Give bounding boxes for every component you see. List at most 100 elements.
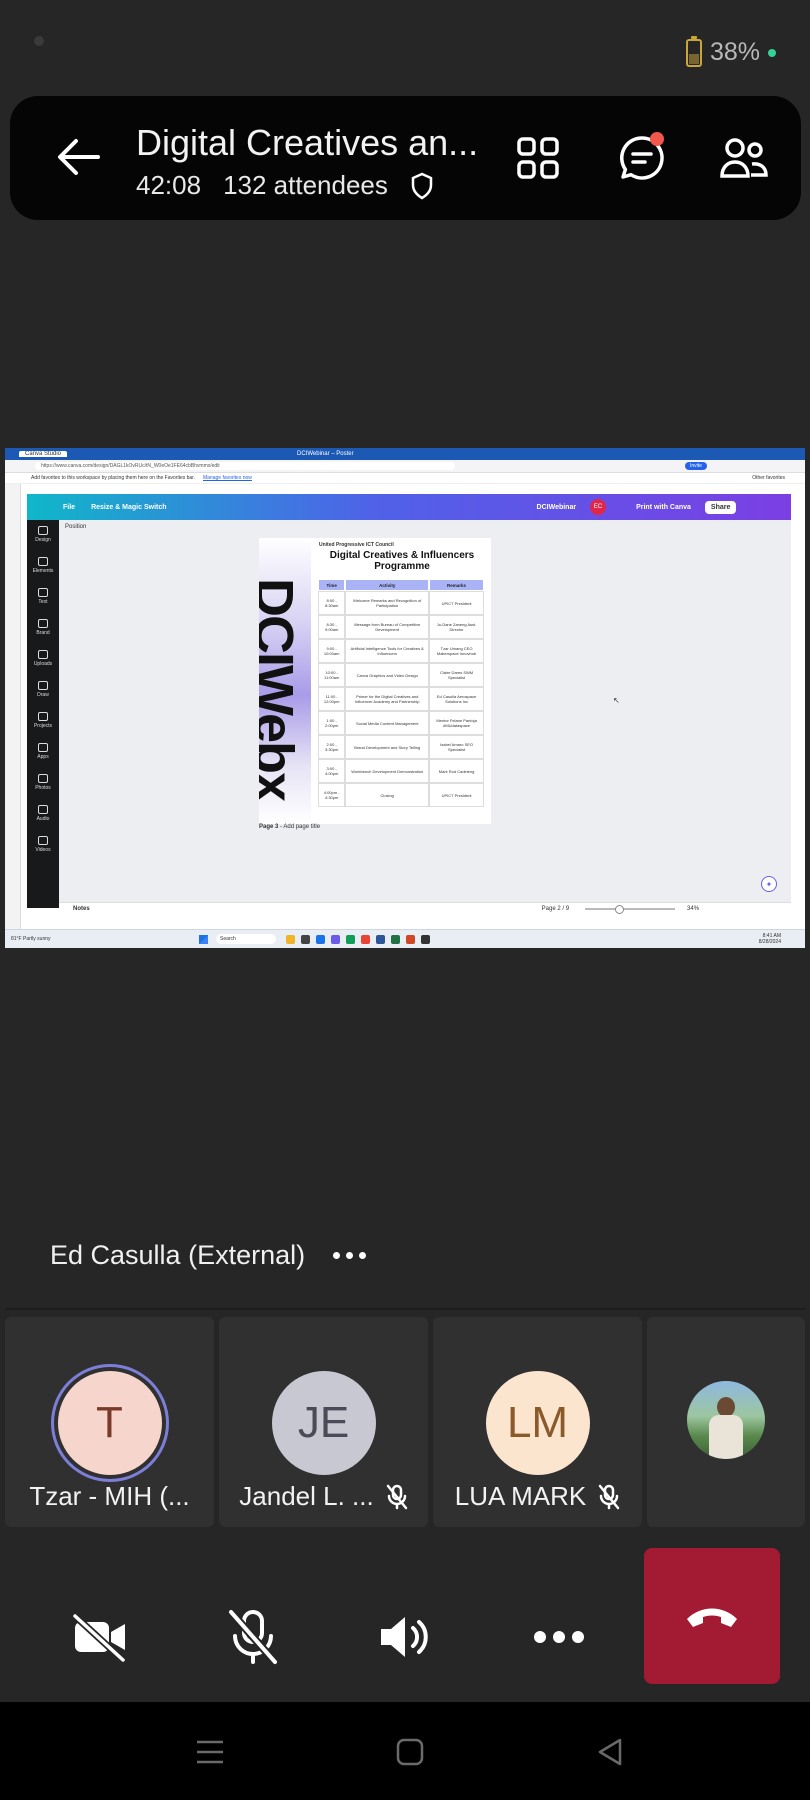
schedule-col-header: Time [319, 580, 345, 590]
canva-sidebar-item: Design [35, 526, 51, 543]
speaker-icon [381, 1617, 428, 1657]
participants-button[interactable] [716, 130, 772, 186]
participant-photo [687, 1381, 765, 1459]
speaker-button[interactable] [370, 1602, 440, 1672]
back-button[interactable] [50, 132, 106, 182]
schedule-cell: Tzar Umang CEO Makerspace Innovhub [430, 640, 483, 662]
avatar-initials: JE [297, 1398, 350, 1447]
menu-icon [197, 1740, 223, 1764]
participant-tile[interactable]: JE Jandel L. ... [219, 1317, 428, 1527]
home-button[interactable] [390, 1732, 430, 1772]
presenter-more-button[interactable] [333, 1252, 367, 1259]
browser-sidebar [5, 484, 21, 929]
canva-user-avatar: EC [590, 499, 607, 515]
canva-sidebar-item: Brand [36, 619, 50, 636]
mic-toggle-button[interactable] [218, 1602, 288, 1672]
more-dot [333, 1252, 341, 1259]
avatar: T [57, 1371, 162, 1475]
schedule-table: Time Activity Remarks 8:00 - 8:30am Welco… [317, 578, 485, 808]
elements-icon [38, 557, 48, 566]
schedule-cell: Primer for the Digital Creatives and Inf… [346, 688, 429, 710]
back-nav-button[interactable] [590, 1732, 630, 1772]
canva-sidebar-item: Audio [37, 805, 49, 822]
canva-position-label: Position [65, 524, 87, 530]
videos-icon [37, 836, 48, 845]
canva-notes: Notes [73, 905, 90, 912]
app-icon [376, 934, 385, 944]
canva-page-bar: Page 3 - Add page title [59, 824, 791, 830]
app-icon [301, 934, 310, 944]
shared-screen: Canva Studio DCIWebinar – Poster https:/… [5, 448, 805, 948]
schedule-cell: UPICT President [430, 784, 483, 806]
leave-call-button[interactable] [644, 1548, 780, 1684]
schedule-cell: Canva Graphics and Video Design [346, 664, 429, 686]
more-dot [359, 1252, 367, 1259]
canva-share-button: Share [704, 500, 737, 514]
schedule-cell: 8:00 - 8:30am [319, 592, 345, 614]
participant-name-row: LUA MARK [433, 1481, 642, 1512]
canva-footer: Notes Page 2 / 9 34% [59, 902, 791, 914]
schedule-row: 3:00 - 4:00pm Workbench Development Demon… [319, 760, 483, 782]
participant-name: Jandel L. ... [239, 1481, 374, 1511]
mic-off-icon [599, 1484, 620, 1509]
unread-badge [650, 132, 664, 146]
canva-toolbar: File Resize & Magic Switch DCIWebinar EC… [27, 494, 791, 520]
canva-canvas: Position DCIWebx United Progressive ICT … [59, 520, 791, 908]
draw-icon [37, 681, 48, 690]
presenter-label: Ed Casulla (External) [50, 1240, 367, 1271]
presenter-name: Ed Casulla (External) [50, 1240, 306, 1270]
uploads-icon [37, 650, 48, 659]
participant-name-row: Jandel L. ... [219, 1481, 428, 1512]
schedule-header-row: Time Activity Remarks [319, 580, 483, 590]
app-icon [286, 934, 295, 944]
schedule-row: 1:00 - 2:00pm Social Media Content Manage… [319, 712, 483, 734]
taskbar-apps [286, 934, 430, 944]
home-icon [396, 1738, 424, 1766]
schedule-cell: 2:00 - 3:30pm [319, 736, 345, 758]
taskbar-search: Search [216, 934, 276, 944]
chat-button[interactable] [614, 130, 670, 186]
back-triangle-icon [598, 1738, 622, 1766]
battery-percent: 38% [709, 38, 760, 66]
browser-invite-button: Invite [685, 462, 707, 470]
view-layout-button[interactable] [510, 130, 566, 186]
grid-view-icon [517, 137, 559, 179]
windows-start-icon [199, 934, 208, 944]
participant-tile[interactable]: T Tzar - MIH (... [5, 1317, 214, 1527]
browser-titlebar: Canva Studio DCIWebinar – Poster [5, 448, 805, 460]
attendee-count[interactable]: 132 attendees [223, 170, 388, 201]
schedule-cell: Artificial Intelligence Tools for Creati… [346, 640, 429, 662]
front-camera [34, 36, 44, 46]
manage-favorites-link: Manage favorites now [202, 475, 252, 481]
schedule-cell: Mentor Felane Pantoja #MUdataspace [430, 712, 483, 734]
more-options-button[interactable] [524, 1602, 594, 1672]
schedule-cell: Brand Development and Story Telling [346, 736, 429, 758]
favorites-hint: Add favorites to this workspace by placi… [31, 475, 195, 481]
battery-indicator: 38% [685, 35, 776, 67]
schedule-cell: 8:30 - 9:00am [319, 616, 345, 638]
recents-button[interactable] [190, 1732, 230, 1772]
schedule-row: 4:00pm - 4:30pm Closing UPICT President [319, 784, 483, 806]
schedule-cell: Ed Casulla Aerospace Solutions Inc [430, 688, 483, 710]
canva-print-button: Print with Canva [636, 503, 691, 511]
schedule-row: 11:00 - 12:00pm Primer for the Digital Cr… [319, 688, 483, 710]
hang-up-icon [687, 1608, 737, 1627]
schedule-row: 10:00 - 11:00am Canva Graphics and Video … [319, 664, 483, 686]
schedule-cell: Jo-Dane Zaneng Asst. Director [430, 616, 483, 638]
audio-icon [37, 805, 48, 814]
schedule-col-header: Remarks [430, 580, 483, 590]
participant-tile[interactable] [647, 1317, 805, 1527]
camera-toggle-button[interactable] [64, 1602, 134, 1672]
participant-name-row: Tzar - MIH (... [5, 1481, 214, 1512]
poster-side-art: DCIWebx [259, 538, 311, 824]
canva-sidebar-item: Elements [33, 557, 53, 574]
canva-zoom-level: 34% [687, 905, 700, 912]
schedule-cell: 10:00 - 11:00am [319, 664, 345, 686]
photos-icon [37, 774, 48, 783]
participant-tile[interactable]: LM LUA MARK [433, 1317, 642, 1527]
more-icon [534, 1631, 584, 1643]
schedule-row: 8:00 - 8:30am Welcome Remarks and Recogni… [319, 592, 483, 614]
schedule-cell: 9:00 - 10:00am [319, 640, 345, 662]
schedule-cell: 4:00pm - 4:30pm [319, 784, 345, 806]
schedule-row: 9:00 - 10:00am Artificial Intelligence To… [319, 640, 483, 662]
